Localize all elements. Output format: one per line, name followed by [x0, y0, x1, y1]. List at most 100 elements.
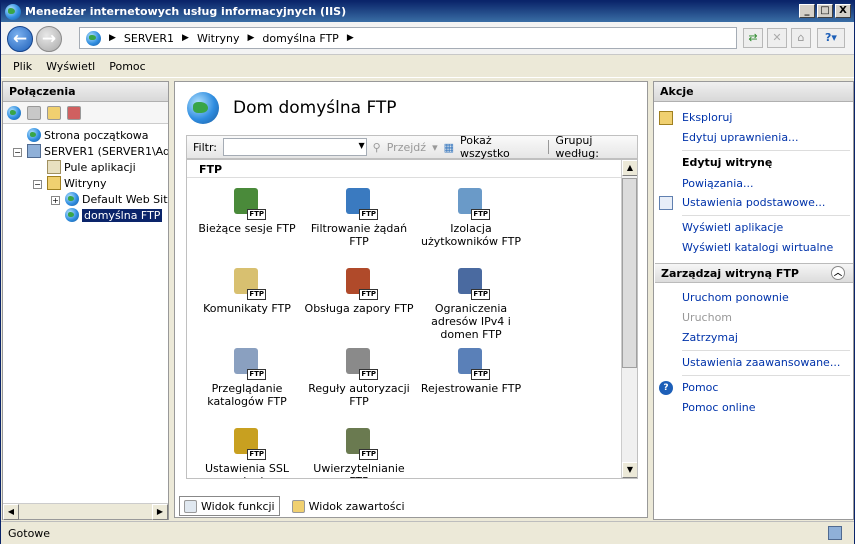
filter-label: Filtr: [193, 140, 217, 154]
action-view-applications[interactable]: Wyświetl aplikacje [682, 221, 783, 234]
divider [682, 150, 850, 151]
tree-item-server[interactable]: SERVER1 (SERVER1\Adm [27, 143, 168, 159]
message-ftp-icon: FTP [230, 266, 266, 300]
save-icon[interactable] [27, 105, 41, 120]
menu-bar: Plik Wyświetl Pomoc [1, 56, 854, 78]
tree-item-sites[interactable]: Witryny [47, 175, 107, 191]
app-pool-icon [47, 160, 61, 174]
breadcrumb-server[interactable]: SERVER1 [124, 32, 174, 45]
action-view-virtual-dirs[interactable]: Wyświetl katalogi wirtualne [682, 241, 833, 254]
log-ftp-icon: FTP [454, 346, 490, 380]
breadcrumb-sites[interactable]: Witryny [197, 32, 240, 45]
feature-ip-restrict-ftp[interactable]: FTP Ograniczenia adresów IPv4 i domen FTP [415, 266, 527, 341]
menu-file[interactable]: Plik [13, 60, 32, 73]
feature-users-ftp[interactable]: FTP Bieżące sesje FTP [191, 186, 303, 235]
tree-item-label: Strona początkowa [44, 128, 149, 142]
home-icon[interactable]: ⌂ [791, 28, 811, 48]
ftp-site-large-icon [187, 92, 219, 124]
features-grid: FTP FTP Bieżące sesje FTP FTP Filtrowanie ż… [186, 159, 638, 479]
manage-site-header: Zarządzaj witryną FTP ︿ [655, 263, 853, 283]
feature-label: Obsługa zapory FTP [304, 302, 414, 315]
breadcrumb-current[interactable]: domyślna FTP [262, 32, 338, 45]
firewall-ftp-icon: FTP [342, 266, 378, 300]
filter-input[interactable] [223, 138, 367, 156]
expand-icon[interactable]: + [51, 196, 60, 205]
feature-auth-ftp[interactable]: FTP Uwierzytelnianie FTP [303, 426, 415, 478]
feature-key-ftp[interactable]: FTP Reguły autoryzacji FTP [303, 346, 415, 408]
tree-item-default-web-site[interactable]: Default Web Site [65, 191, 168, 207]
users-ftp-icon: FTP [230, 186, 266, 220]
feature-label: Przeglądanie katalogów FTP [207, 382, 287, 408]
action-stop[interactable]: Zatrzymaj [682, 331, 738, 344]
feature-message-ftp[interactable]: FTP Komunikaty FTP [191, 266, 303, 315]
chevron-right-icon: ▶ [182, 33, 189, 43]
action-basic-settings[interactable]: Ustawienia podstawowe... [682, 196, 825, 209]
divider [682, 350, 850, 351]
forward-arrow-icon: → [41, 29, 57, 49]
action-help[interactable]: Pomoc [682, 381, 718, 394]
features-panel: Dom domyślna FTP Filtr: ⚲ Przejdź ▾ ▦ Po… [174, 81, 648, 518]
scroll-down-icon[interactable]: ▼ [622, 462, 637, 478]
minimize-button[interactable]: _ [799, 4, 815, 18]
tree-item-label: Default Web Site [82, 192, 168, 206]
feature-ssl-lock-ftp[interactable]: FTP Ustawienia SSL usługi [191, 426, 303, 478]
connect-icon[interactable] [7, 105, 21, 120]
close-button[interactable]: X [835, 4, 851, 18]
action-start: Uruchom [682, 311, 733, 324]
action-advanced-settings[interactable]: Ustawienia zaawansowane... [682, 356, 840, 369]
action-explore[interactable]: Eksploruj [682, 111, 732, 124]
breadcrumb[interactable]: ▶ SERVER1 ▶ Witryny ▶ domyślna FTP ▶ [79, 27, 737, 49]
tab-features-view[interactable]: Widok funkcji [179, 496, 280, 516]
back-button[interactable]: ← [7, 26, 33, 52]
address-bar: ← → ▶ SERVER1 ▶ Witryny ▶ domyślna FTP ▶… [1, 22, 854, 55]
collapse-icon[interactable]: − [13, 148, 22, 157]
chevron-down-icon[interactable]: ▾ [432, 141, 438, 154]
ssl-lock-ftp-icon: FTP [230, 426, 266, 460]
group-by-label[interactable]: Grupuj według: [555, 134, 637, 160]
disconnect-icon[interactable] [67, 105, 81, 120]
scroll-left-icon[interactable]: ◀ [3, 504, 19, 520]
menu-help[interactable]: Pomoc [109, 60, 145, 73]
go-button[interactable]: Przejdź [387, 141, 426, 154]
tree-item-start-page[interactable]: Strona początkowa [27, 127, 149, 143]
maximize-button[interactable]: □ [817, 4, 833, 18]
scroll-thumb[interactable] [622, 178, 637, 368]
action-help-online[interactable]: Pomoc online [682, 401, 756, 414]
ip-restrict-ftp-icon: FTP [454, 266, 490, 300]
menu-view[interactable]: Wyświetl [46, 60, 95, 73]
up-folder-icon[interactable] [47, 105, 61, 120]
collapse-section-icon[interactable]: ︿ [831, 266, 845, 280]
refresh-icon[interactable]: ⇄ [743, 28, 763, 48]
tree-item-ftp-site[interactable]: domyślna FTP [65, 207, 163, 223]
feature-firewall-ftp[interactable]: FTP Obsługa zapory FTP [303, 266, 415, 315]
feature-label: Filtrowanie żądań FTP [310, 222, 408, 248]
action-restart[interactable]: Uruchom ponownie [682, 291, 789, 304]
chevron-right-icon: ▶ [109, 33, 116, 43]
scroll-up-icon[interactable]: ▲ [622, 160, 637, 176]
show-all-button[interactable]: Pokaż wszystko [460, 134, 542, 160]
feature-log-ftp[interactable]: FTP Rejestrowanie FTP [415, 346, 527, 395]
iis-app-icon [5, 3, 21, 20]
horizontal-scrollbar[interactable]: ◀ ▶ [3, 503, 168, 520]
auth-ftp-icon: FTP [342, 426, 378, 460]
key-ftp-icon: FTP [342, 346, 378, 380]
collapse-icon[interactable]: − [33, 180, 42, 189]
binoculars-icon: ⚲ [372, 140, 381, 154]
filter-bar: Filtr: ⚲ Przejdź ▾ ▦ Pokaż wszystko Grup… [186, 134, 638, 160]
tree-item-app-pools[interactable]: Pule aplikacji [47, 159, 136, 175]
feature-user-lock-ftp[interactable]: FTP Izolacja użytkowników FTP [415, 186, 527, 248]
edit-site-header: Edytuj witrynę [682, 156, 773, 169]
help-icon[interactable]: ?▾ [817, 28, 845, 48]
tab-content-view[interactable]: Widok zawartości [288, 496, 409, 516]
feature-label: Bieżące sesje FTP [198, 222, 296, 235]
scroll-right-icon[interactable]: ▶ [152, 504, 168, 520]
feature-filter-ftp[interactable]: FTP Filtrowanie żądań FTP [303, 186, 415, 248]
back-arrow-icon: ← [12, 29, 28, 49]
action-edit-permissions[interactable]: Edytuj uprawnienia... [682, 131, 799, 144]
feature-browse-ftp[interactable]: FTP Przeglądanie katalogów FTP [191, 346, 303, 408]
stop-icon[interactable]: ✕ [767, 28, 787, 48]
forward-button[interactable]: → [36, 26, 62, 52]
action-bindings[interactable]: Powiązania... [682, 177, 754, 190]
vertical-scrollbar[interactable]: ▲ ▼ [621, 160, 637, 478]
content-view-icon [291, 499, 305, 513]
